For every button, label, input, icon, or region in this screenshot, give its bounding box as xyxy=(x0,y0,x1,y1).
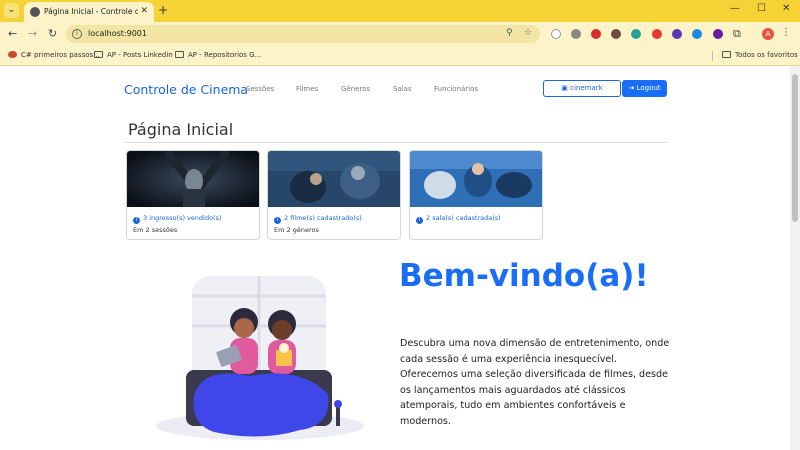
folder-icon xyxy=(175,51,184,58)
cinema-select-button[interactable]: ▣ cinemark xyxy=(543,80,621,97)
web-page: Controle de Cinema Sessões Filmes Gênero… xyxy=(0,66,790,450)
stats-card-tickets: i3 ingresso(s) vendido(s) Em 2 sessões xyxy=(126,150,260,240)
movies-registered-text: i2 filme(s) cadastrado(s) xyxy=(274,214,362,224)
navbar-brand[interactable]: Controle de Cinema xyxy=(124,82,248,97)
card-movie-image xyxy=(127,151,259,207)
site-info-icon[interactable]: i xyxy=(72,29,82,39)
extension-icon[interactable] xyxy=(672,29,682,39)
profile-avatar[interactable]: A xyxy=(762,28,774,40)
zoom-icon[interactable]: ⚲ xyxy=(506,28,513,38)
forward-icon[interactable]: → xyxy=(28,27,37,40)
maximize-icon[interactable]: ☐ xyxy=(757,3,766,14)
bookmark-item[interactable]: AP - Posts Linkedin xyxy=(94,51,173,59)
scrollbar-thumb[interactable] xyxy=(792,74,798,222)
browser-toolbar: ← → ↻ i localhost:9001 ⚲ ☆ ⧉ A ⋮ xyxy=(0,22,800,46)
info-icon: i xyxy=(133,217,140,224)
tab-search-icon[interactable]: ⌄ xyxy=(4,3,19,18)
new-tab-icon[interactable]: + xyxy=(158,3,168,17)
extension-icon[interactable] xyxy=(611,29,621,39)
card-movie-image xyxy=(268,151,400,207)
stats-card-movies: i2 filme(s) cadastrado(s) Em 2 gêneros xyxy=(267,150,401,240)
camera-extension-icon[interactable] xyxy=(571,29,581,39)
bookmark-item[interactable]: AP - Repositorios G... xyxy=(175,51,261,59)
folder-icon xyxy=(722,51,731,58)
address-bar[interactable]: i localhost:9001 ⚲ ☆ xyxy=(66,25,540,43)
stats-card-rooms: i2 sala(s) cadastrada(s) xyxy=(409,150,543,240)
nav-link-funcionarios[interactable]: Funcionários xyxy=(434,85,478,93)
all-bookmarks[interactable]: Todos os favoritos xyxy=(722,51,798,59)
nav-link-sessoes[interactable]: Sessões xyxy=(246,85,274,93)
film-icon: ▣ xyxy=(561,84,571,92)
close-tab-icon[interactable]: ✕ xyxy=(140,6,148,16)
extension-icon[interactable] xyxy=(713,29,723,39)
page-title: Página Inicial xyxy=(128,120,234,139)
url-text: localhost:9001 xyxy=(88,29,147,38)
extensions-puzzle-icon[interactable]: ⧉ xyxy=(733,27,741,41)
movie-watching-illustration xyxy=(156,276,364,440)
nav-link-filmes[interactable]: Filmes xyxy=(296,85,318,93)
bookmark-item[interactable]: C# primeiros passos... xyxy=(8,51,100,59)
browser-menu-icon[interactable]: ⋮ xyxy=(781,27,791,38)
folder-icon xyxy=(94,51,103,58)
window-close-icon[interactable]: ✕ xyxy=(782,3,790,14)
extension-icon[interactable] xyxy=(692,29,702,39)
tickets-sold-text: i3 ingresso(s) vendido(s) xyxy=(133,214,222,224)
logout-icon: ⇥ xyxy=(628,84,637,92)
info-icon: i xyxy=(274,217,281,224)
extension-icon[interactable] xyxy=(652,29,662,39)
bookmark-star-icon[interactable]: ☆ xyxy=(524,28,532,38)
nav-link-salas[interactable]: Salas xyxy=(393,85,412,93)
genres-count-text: Em 2 gêneros xyxy=(274,226,319,234)
page-scrollbar[interactable] xyxy=(790,66,800,450)
bookmark-favicon-icon xyxy=(8,51,17,58)
globe-icon xyxy=(30,7,40,17)
bookmarks-bar: C# primeiros passos... AP - Posts Linked… xyxy=(0,46,800,66)
reload-icon[interactable]: ↻ xyxy=(48,27,57,40)
minimize-icon[interactable]: — xyxy=(730,3,740,14)
logout-button[interactable]: ⇥ Logout xyxy=(622,80,667,97)
sessions-count-text: Em 2 sessões xyxy=(133,226,178,234)
title-divider xyxy=(124,142,668,143)
info-icon: i xyxy=(416,217,423,224)
rooms-registered-text: i2 sala(s) cadastrada(s) xyxy=(416,214,501,224)
card-movie-image xyxy=(410,151,542,207)
back-icon[interactable]: ← xyxy=(8,27,17,40)
extension-icon[interactable] xyxy=(551,29,561,39)
hero-title: Bem-vindo(a)! xyxy=(399,258,649,294)
browser-tab-bar: ⌄ Página Inicial - Controle de Cinema ✕ … xyxy=(0,0,800,22)
bookmarks-divider xyxy=(712,51,713,61)
nav-link-generos[interactable]: Gêneros xyxy=(341,85,370,93)
tab-title: Página Inicial - Controle de Cinema xyxy=(44,7,138,16)
record-extension-icon[interactable] xyxy=(591,29,601,39)
active-tab[interactable]: Página Inicial - Controle de Cinema ✕ xyxy=(24,2,154,22)
hero-description: Descubra uma nova dimensão de entretenim… xyxy=(400,338,670,427)
extension-icon[interactable] xyxy=(631,29,641,39)
